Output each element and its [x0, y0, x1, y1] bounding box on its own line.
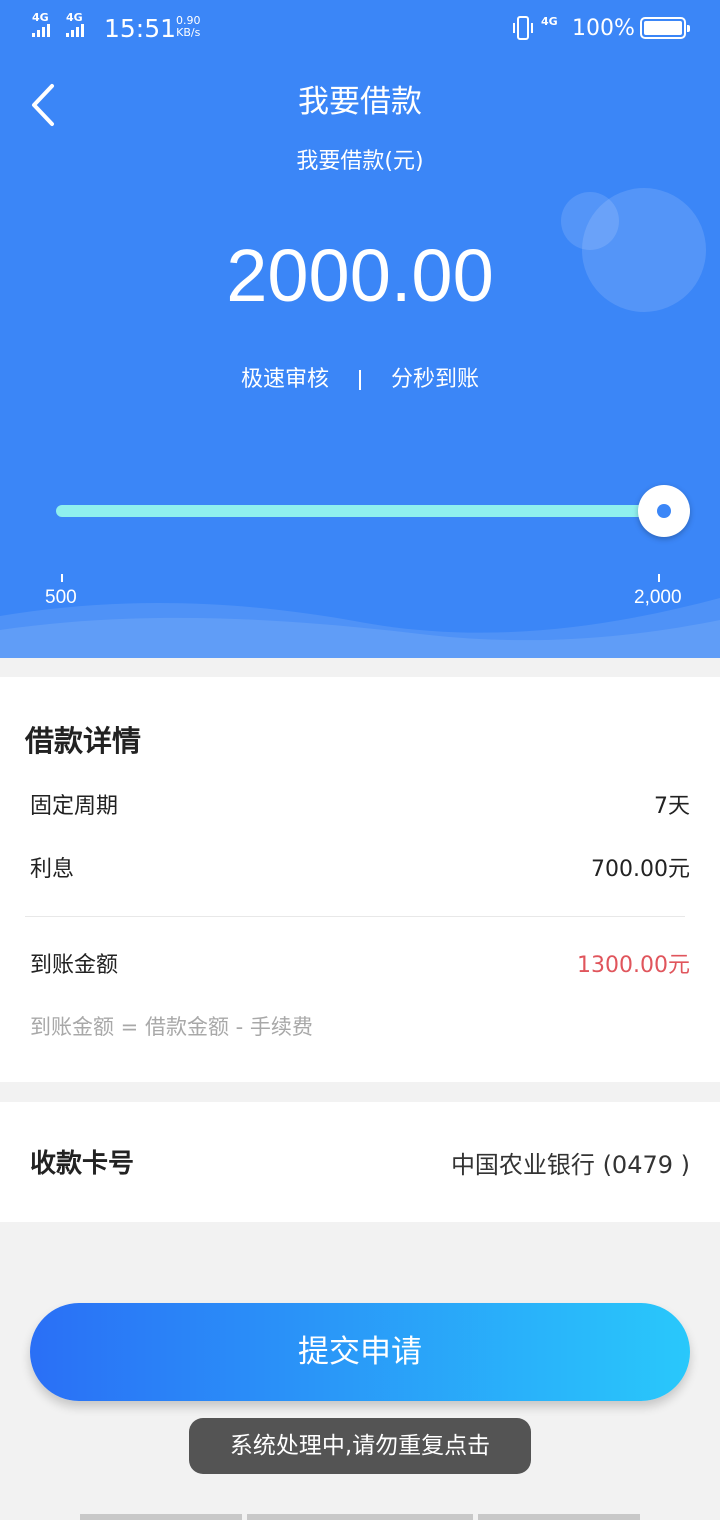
status-bar: 4G 4G 15:51 0.90 KB/s 4G 100%: [0, 0, 720, 56]
bottom-tab-bar: [0, 1514, 720, 1520]
amount-label: 我要借款(元): [296, 149, 424, 174]
details-title: 借款详情: [25, 724, 142, 758]
speed-unit: KB/s: [176, 26, 201, 39]
network-type: 4G: [541, 15, 558, 28]
signal-1-label: 4G: [32, 11, 49, 24]
divider: [25, 916, 685, 917]
bank-card-label: 收款卡号: [30, 1149, 135, 1179]
bank-card-value: 中国农业银行 (0479 ): [450, 1151, 690, 1179]
page-title: 我要借款: [298, 84, 422, 120]
battery-percent: 100%: [572, 16, 635, 41]
signal-2-label: 4G: [66, 11, 83, 24]
clock: 15:51: [104, 14, 177, 43]
signal-1-icon: [32, 24, 50, 37]
loan-amount: 2000.00: [226, 234, 494, 317]
slider-max-tick: [658, 574, 660, 582]
amount-slider-handle[interactable]: [638, 485, 690, 537]
vibrate-icon: [513, 16, 533, 40]
received-amount-label: 到账金额: [30, 953, 119, 978]
loan-details-card: 借款详情 固定周期 7天 利息 700.00元 到账金额 1300.00元 到账…: [0, 677, 720, 1082]
toast-message: 系统处理中,请勿重复点击: [189, 1418, 531, 1474]
period-value: 7天: [654, 794, 690, 819]
feature-fast-review: 极速审核: [240, 367, 329, 392]
period-label: 固定周期: [30, 794, 119, 819]
signal-2-icon: [66, 24, 84, 37]
slider-min-tick: [61, 574, 63, 582]
submit-button[interactable]: 提交申请: [30, 1303, 690, 1401]
interest-label: 利息: [30, 857, 75, 882]
divider: [359, 370, 361, 390]
amount-slider-track[interactable]: [56, 505, 666, 517]
interest-value: 700.00元: [591, 857, 690, 882]
decorative-wave: [0, 598, 720, 658]
amount-formula: 到账金额 = 借款金额 - 手续费: [30, 1015, 313, 1039]
network-speed: 0.90 KB/s: [176, 15, 201, 39]
feature-tags: 极速审核 分秒到账: [0, 364, 720, 396]
slider-max-label: 2,000: [634, 587, 682, 608]
slider-min-label: 500: [45, 587, 77, 608]
bank-card-row[interactable]: 收款卡号 中国农业银行 (0479 ): [0, 1102, 720, 1222]
received-amount-value: 1300.00元: [577, 953, 690, 978]
header: 4G 4G 15:51 0.90 KB/s 4G 100% 我要借款 我要借款(…: [0, 0, 720, 658]
feature-instant-payout: 分秒到账: [391, 367, 480, 392]
battery-icon: [640, 17, 690, 39]
